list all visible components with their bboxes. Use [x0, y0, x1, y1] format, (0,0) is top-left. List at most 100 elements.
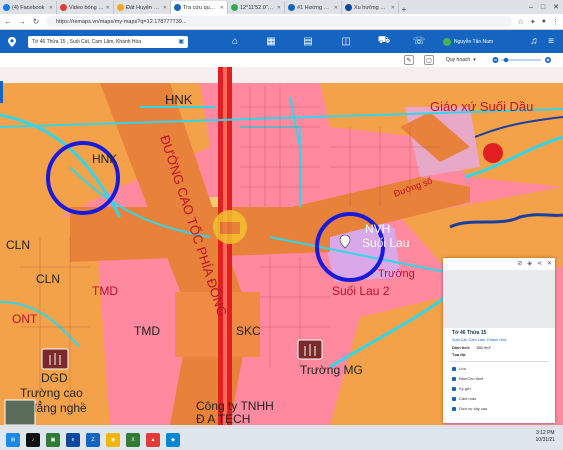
extensions-icon[interactable]: ✦ — [530, 18, 536, 26]
church-marker — [483, 143, 503, 163]
app-icon[interactable]: ▣ — [46, 432, 60, 447]
opacity-slider[interactable] — [492, 56, 552, 64]
browser-tab[interactable]: 12°11'52.0"N 1(✕ — [228, 1, 285, 14]
browser-tab-strip: (4) Facebook ✕ Video bóng đá ✕ Đất Huyện C… — [0, 0, 563, 14]
save-action[interactable]: Lưu — [452, 366, 466, 371]
app-icon[interactable]: ◆ — [166, 432, 180, 447]
consign-action[interactable]: Ký gửi — [452, 386, 471, 391]
browser-tab[interactable]: Video bóng đá ✕ — [57, 1, 114, 14]
close-window-icon[interactable]: ✕ — [553, 3, 559, 11]
school-building-icon — [41, 348, 69, 370]
maximize-icon[interactable]: □ — [541, 4, 545, 11]
map-side-tab — [0, 81, 3, 103]
close-icon[interactable]: ✕ — [277, 5, 281, 11]
parcel-info-panel: ⊘ ◈ ⋖ ✕ Tờ 46 Thửa 15 Suối Cát, Cam Lâm,… — [443, 258, 555, 423]
search-text: Tờ 46 Thửa 15 , Suối Cát, Cam Lâm, Khánh… — [32, 38, 142, 45]
home-icon[interactable]: ⌂ — [229, 35, 241, 47]
map-toolbar — [0, 53, 563, 67]
search-input[interactable]: Tờ 46 Thửa 15 , Suối Cát, Cam Lâm, Khánh… — [28, 35, 188, 48]
app-icon[interactable]: ▲ — [146, 432, 160, 447]
browser-tab[interactable]: Đất Huyện Cam✕ — [114, 1, 171, 14]
remaps-icon — [174, 4, 181, 11]
close-icon[interactable]: ✕ — [547, 260, 552, 267]
url-field[interactable]: https://remaps.vn/maps/my-maps?q=12.1787… — [46, 16, 512, 27]
avatar — [443, 37, 451, 46]
close-icon[interactable]: ✕ — [334, 5, 338, 11]
divider — [449, 361, 549, 362]
tab-label: Tra cứu quy hoạ — [183, 4, 218, 11]
zone-label: DGD — [41, 371, 68, 385]
zone-label: CLN — [36, 272, 60, 286]
minimize-icon[interactable]: – — [529, 4, 533, 11]
browser-tab-active[interactable]: Tra cứu quy hoạ✕ — [171, 1, 228, 14]
zone-label: HNK — [165, 92, 193, 107]
chrome-icon[interactable]: ◉ — [106, 432, 120, 447]
sell-icon — [452, 376, 456, 381]
parcel-image — [443, 270, 555, 328]
menu-icon[interactable]: ⋮ — [552, 18, 559, 26]
build-service-action[interactable]: Dịch vụ xây cao — [452, 406, 487, 411]
new-tab-button[interactable]: + — [399, 5, 409, 14]
browser-tab[interactable]: Xu hướng đầu ✕ — [342, 1, 399, 14]
layers-icon[interactable]: ▢ — [424, 55, 434, 65]
news-icon[interactable]: ◫ — [340, 35, 352, 47]
reload-icon[interactable]: ↻ — [32, 17, 40, 26]
star-icon[interactable]: ☆ — [518, 18, 524, 26]
map-thumbnail — [4, 399, 36, 425]
coord-row: Tọa độ: — [452, 352, 472, 357]
contact-icon[interactable]: ☏ — [413, 35, 426, 47]
zone-label: HNK — [92, 152, 117, 166]
hamburger-icon[interactable]: ≡ — [545, 35, 557, 47]
tiktok-icon[interactable]: ♪ — [26, 432, 40, 447]
forward-icon[interactable]: → — [18, 17, 26, 26]
place-label: Công ty TNHH — [196, 399, 274, 413]
remaps-logo-icon[interactable] — [6, 36, 18, 48]
action-label: Dịch vụ xây cao — [459, 406, 488, 411]
alert-action[interactable]: Cảnh báo — [452, 396, 476, 401]
target-icon[interactable]: ◈ — [527, 260, 532, 267]
share-icon[interactable]: ⋖ — [537, 260, 542, 267]
close-icon[interactable]: ✕ — [391, 5, 395, 11]
start-icon[interactable]: ⊞ — [6, 432, 20, 447]
browser-tab[interactable]: #1 Hướng Dẫn ✕ — [285, 1, 342, 14]
pencil-icon[interactable]: ✎ — [404, 55, 414, 65]
zalo-icon[interactable]: Z — [86, 432, 100, 447]
system-clock[interactable]: 3:12 PM 10/31/21 — [536, 430, 555, 444]
camera-icon[interactable]: ▣ — [178, 38, 184, 45]
profile-icon[interactable]: ● — [542, 18, 546, 25]
map-icon[interactable]: ▦ — [265, 35, 277, 47]
tag-icon[interactable]: ⊘ — [517, 260, 522, 267]
action-label: Lưu — [459, 366, 467, 371]
bell-icon[interactable]: ♫ — [528, 35, 540, 47]
close-icon[interactable]: ✕ — [163, 5, 167, 11]
sell-action[interactable]: Bán/Cho thuê — [452, 376, 483, 381]
area-value: 360.9m² — [476, 345, 491, 350]
close-icon[interactable]: ✕ — [106, 5, 110, 11]
area-label: Diện tích: — [452, 345, 471, 350]
save-icon — [452, 366, 456, 371]
close-icon[interactable]: ✕ — [220, 5, 224, 11]
slider-handle — [503, 57, 509, 63]
windows-taskbar: ⊞ ♪ ▣ e Z ◉ X ▲ ◆ — [0, 429, 563, 450]
zone-label: TMD — [92, 284, 118, 298]
tab-label: #1 Hướng Dẫn — [297, 4, 332, 11]
site-icon — [117, 4, 124, 11]
browser-tab[interactable]: (4) Facebook ✕ — [0, 1, 57, 14]
alert-icon — [452, 396, 456, 401]
listing-icon[interactable]: ▤ — [302, 35, 314, 47]
tab-label: Đất Huyện Cam — [126, 4, 161, 11]
user-menu[interactable]: Nguyễn Tấn Nam — [443, 30, 493, 53]
close-icon[interactable]: ✕ — [49, 5, 53, 11]
map-pin-icon — [231, 4, 238, 11]
edge-icon[interactable]: e — [66, 432, 80, 447]
excel-icon[interactable]: X — [126, 432, 140, 447]
quy-hoach-dropdown[interactable]: Quy hoạch ▾ — [446, 55, 476, 65]
place-label: Suối Lau — [362, 236, 409, 250]
back-icon[interactable]: ← — [4, 17, 12, 26]
action-label: Ký gửi — [459, 386, 471, 391]
chevron-down-icon: ▾ — [473, 57, 476, 63]
area-row: Diện tích: 360.9m² — [452, 345, 491, 350]
cart-icon[interactable]: ⛟ — [378, 35, 391, 47]
zone-label: ONT — [12, 312, 38, 326]
tab-label: Xu hướng đầu — [354, 4, 389, 11]
